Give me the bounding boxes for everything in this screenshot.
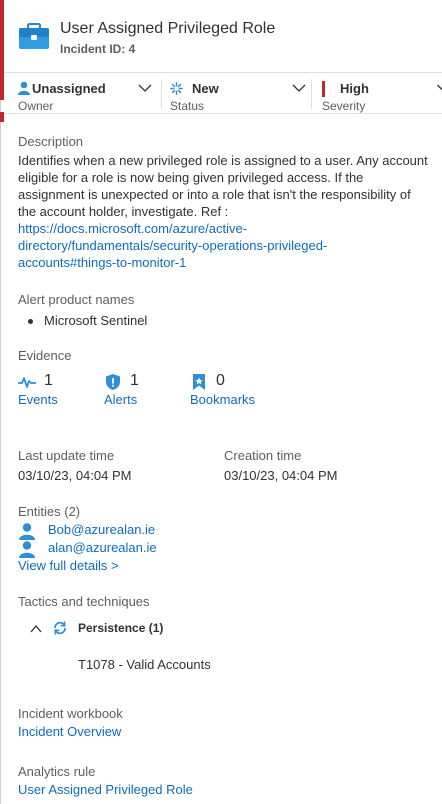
incident-header: User Assigned Privileged Role Incident I… <box>4 0 442 68</box>
tactic-name: Persistence (1) <box>78 621 164 635</box>
chevron-down-icon <box>437 84 442 91</box>
tactics-label: Tactics and techniques <box>18 594 150 609</box>
events-icon <box>18 377 36 388</box>
last-update-label: Last update time <box>18 448 115 463</box>
entity-user-link[interactable]: alan@azurealan.ie <box>48 540 157 555</box>
incident-id: Incident ID: 4 <box>60 42 136 56</box>
times-section: Last update time 03/10/23, 04:04 PM Crea… <box>18 448 434 488</box>
description-label: Description <box>18 134 84 149</box>
severity-dropdown[interactable]: High Severity <box>322 77 442 113</box>
status-label: Status <box>170 99 205 113</box>
description-text: assignment is unexpected or into a role … <box>18 187 411 202</box>
description-text: Identifies when a new privileged role is… <box>18 153 428 168</box>
entity-user-link[interactable]: Bob@azurealan.ie <box>48 522 155 537</box>
new-status-icon <box>170 82 183 95</box>
alert-product-item: Microsoft Sentinel <box>44 313 148 328</box>
tactics-label-wrap: Tactics and techniques <box>18 594 434 609</box>
entities-section: Entities (2) Bob@azurealan.ie alan@azure… <box>18 504 434 574</box>
user-icon <box>19 523 35 540</box>
user-icon <box>19 541 35 558</box>
evidence-label-wrap: Evidence <box>18 348 434 363</box>
tactic-persistence[interactable]: Persistence (1) <box>30 620 390 640</box>
alert-products-section: Alert product names Microsoft Sentinel <box>18 292 434 330</box>
creation-time-label: Creation time <box>224 448 302 463</box>
analytics-rule-link[interactable]: User Assigned Privileged Role <box>18 781 434 798</box>
incident-status-bar: Unassigned Owner New Status High Severit… <box>4 72 442 114</box>
reference-link[interactable]: accounts#things-to-monitor-1 <box>18 254 434 271</box>
alert-products-label: Alert product names <box>18 292 135 307</box>
evidence-events[interactable]: 1 Events <box>18 372 98 412</box>
bookmark-icon <box>193 374 205 390</box>
person-icon <box>18 81 30 95</box>
technique-item: T1078 - Valid Accounts <box>78 657 211 672</box>
severity-value: High <box>340 81 369 96</box>
last-update-value: 03/10/23, 04:04 PM <box>18 468 132 483</box>
description-section: Description Identifies when a new privil… <box>18 134 434 271</box>
persistence-icon <box>54 621 66 635</box>
bullet <box>28 319 33 324</box>
chevron-down-icon <box>292 84 306 92</box>
briefcase-icon <box>19 23 49 49</box>
divider <box>311 79 312 109</box>
owner-value: Unassigned <box>32 81 106 96</box>
shield-icon <box>106 374 120 390</box>
workbook-section: Incident workbook Incident Overview <box>18 706 434 740</box>
view-full-details-link[interactable]: View full details > <box>18 557 119 574</box>
alerts-count: 1 <box>130 372 139 389</box>
status-dropdown[interactable]: New Status <box>170 77 306 113</box>
analytics-rule-section: Analytics rule User Assigned Privileged … <box>18 764 434 798</box>
analytics-rule-label: Analytics rule <box>18 764 96 779</box>
panel-border <box>0 100 1 804</box>
severity-label: Severity <box>322 99 366 113</box>
incident-title: User Assigned Privileged Role <box>60 20 276 37</box>
evidence-section: 1 Events 1 Alerts 0 Bookmarks <box>18 372 418 412</box>
bookmarks-link[interactable]: Bookmarks <box>190 392 255 407</box>
chevron-down-icon <box>138 84 152 92</box>
entities-label: Entities (2) <box>18 504 81 519</box>
left-accent-bar <box>0 0 4 804</box>
workbook-link[interactable]: Incident Overview <box>18 723 434 740</box>
evidence-alerts[interactable]: 1 Alerts <box>104 372 184 412</box>
chevron-up-icon[interactable] <box>30 624 42 634</box>
events-link[interactable]: Events <box>18 392 58 407</box>
workbook-label: Incident workbook <box>18 706 123 721</box>
events-count: 1 <box>44 372 53 389</box>
reference-link[interactable]: https://docs.microsoft.com/azure/active- <box>18 220 434 237</box>
description-text: eligible for a role is now being given p… <box>18 170 364 185</box>
status-value: New <box>192 81 219 96</box>
evidence-label: Evidence <box>18 348 72 363</box>
creation-time-value: 03/10/23, 04:04 PM <box>224 468 338 483</box>
description-text: the account holder, investigate. Ref : <box>18 204 229 219</box>
divider <box>161 79 162 109</box>
owner-dropdown[interactable]: Unassigned Owner <box>18 77 158 113</box>
evidence-bookmarks[interactable]: 0 Bookmarks <box>190 372 290 412</box>
reference-link[interactable]: directory/fundamentals/security-operatio… <box>18 237 434 254</box>
severity-color-bar <box>322 81 325 97</box>
bookmarks-count: 0 <box>216 372 225 389</box>
owner-label: Owner <box>18 99 54 113</box>
alerts-link[interactable]: Alerts <box>104 392 137 407</box>
